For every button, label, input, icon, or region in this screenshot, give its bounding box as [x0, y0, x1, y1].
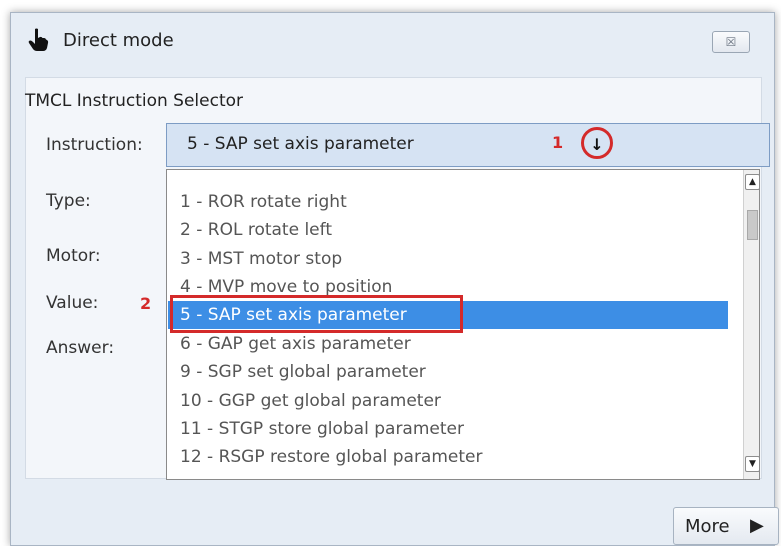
instruction-select-value: 5 - SAP set axis parameter	[187, 134, 414, 154]
value-label: Value:	[46, 293, 99, 313]
window-title: Direct mode	[63, 30, 174, 51]
scroll-down-icon[interactable]: ▼	[745, 456, 759, 472]
answer-label: Answer:	[46, 338, 115, 358]
direct-mode-window: Direct mode ☒ TMCL Instruction Selector …	[10, 12, 779, 546]
list-item[interactable]: 3 - MST motor stop	[168, 245, 728, 273]
list-item[interactable]: 11 - STGP store global parameter	[168, 415, 728, 443]
close-icon: ☒	[725, 35, 737, 49]
list-item[interactable]: 9 - SGP set global parameter	[168, 358, 728, 386]
close-button[interactable]: ☒	[712, 31, 750, 53]
more-button[interactable]: More ▶	[673, 507, 779, 545]
list-item[interactable]: 6 - GAP get axis parameter	[168, 330, 728, 358]
play-arrow-icon: ▶	[750, 515, 764, 536]
instruction-select[interactable]: 5 - SAP set axis parameter	[166, 123, 770, 167]
panel-title: TMCL Instruction Selector	[25, 91, 244, 111]
scroll-up-icon[interactable]: ▲	[745, 174, 759, 190]
hand-pointer-icon	[28, 28, 49, 51]
more-button-label: More	[685, 516, 730, 537]
annotation-marker-2: 2	[140, 294, 152, 313]
instruction-label: Instruction:	[46, 135, 143, 155]
highlight-circle-annotation	[581, 127, 613, 159]
list-item[interactable]: 1 - ROR rotate right	[168, 188, 728, 216]
list-item[interactable]: 12 - RSGP restore global parameter	[168, 443, 728, 471]
scrollbar-thumb[interactable]	[747, 210, 758, 240]
title-bar: Direct mode ☒	[11, 13, 774, 63]
type-label: Type:	[46, 191, 91, 211]
list-item[interactable]: 2 - ROL rotate left	[168, 216, 728, 244]
highlight-box-annotation	[170, 295, 463, 333]
list-item[interactable]: 10 - GGP get global parameter	[168, 387, 728, 415]
annotation-marker-1: 1	[552, 133, 564, 152]
motor-label: Motor:	[46, 246, 101, 266]
dropdown-scrollbar[interactable]: ▲ ▼	[743, 170, 759, 479]
